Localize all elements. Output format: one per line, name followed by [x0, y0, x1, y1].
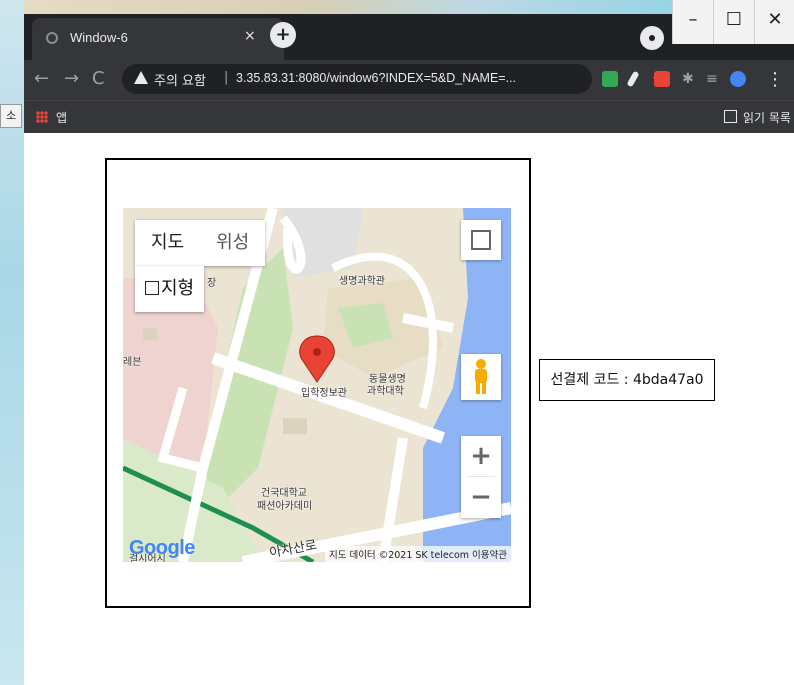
fullscreen-corner-icon — [481, 230, 491, 240]
extension-dropper-icon[interactable] — [626, 70, 640, 88]
browser-toolbar: ← → C 주의 요함 | 3.35.83.31:8080/window6?IN… — [24, 60, 794, 100]
map-label-animal-life-2: 과학대학 — [367, 386, 404, 397]
address-separator: | — [224, 70, 229, 85]
browser-tab[interactable]: Window-6 × — [32, 18, 284, 60]
extension-ac-icon[interactable] — [602, 71, 618, 87]
map-label-left2: 레븐 — [123, 357, 142, 368]
reading-list-icon — [724, 110, 737, 123]
page-content: 생명과학관 입학정보관 동물생명 과학대학 건국대학교 패션아카데미 아차산로 … — [24, 133, 794, 685]
fullscreen-corner-icon — [471, 230, 481, 240]
bookmarks-bar: 앱 읽기 목록 — [24, 100, 794, 133]
window-controls: – ☐ ✕ — [672, 0, 794, 44]
tab-title: Window-6 — [70, 30, 128, 45]
back-arrow-icon[interactable]: ← — [34, 68, 49, 89]
fullscreen-button[interactable] — [461, 220, 501, 260]
menu-dots-icon[interactable]: ⋮ — [766, 69, 784, 90]
zoom-control: + − — [461, 436, 501, 518]
globe-icon — [46, 32, 58, 44]
reload-icon[interactable]: C — [92, 68, 105, 89]
apps-link[interactable]: 앱 — [56, 109, 67, 126]
extension-org-icon[interactable] — [654, 71, 670, 87]
minimize-button[interactable]: – — [672, 0, 713, 44]
map-label-bio-science: 생명과학관 — [339, 276, 385, 287]
tab-close-button[interactable]: × — [244, 28, 256, 44]
forward-arrow-icon[interactable]: → — [64, 68, 79, 89]
map-type-control: 지도 위성 — [135, 220, 266, 266]
zoom-out-button[interactable]: − — [461, 477, 501, 517]
prepayment-code-box: 선결제 코드 : 4bda47a0 — [539, 359, 715, 401]
pegman-icon — [475, 359, 487, 394]
map-attribution[interactable]: 지도 데이터 ©2021 SK telecom 이용약관 — [324, 546, 511, 562]
fullscreen-corner-icon — [471, 240, 481, 250]
map-label-left1: 장 — [207, 278, 217, 289]
desktop-wallpaper — [0, 0, 24, 685]
address-bar[interactable]: 주의 요함 | 3.35.83.31:8080/window6?INDEX=5&… — [122, 64, 666, 94]
zoom-in-button[interactable]: + — [461, 436, 501, 476]
map-type-satellite-button[interactable]: 위성 — [200, 220, 265, 266]
extensions-puzzle-icon[interactable]: ✱ — [682, 71, 694, 87]
google-map[interactable]: 생명과학관 입학정보관 동물생명 과학대학 건국대학교 패션아카데미 아차산로 … — [123, 208, 511, 562]
maximize-button[interactable]: ☐ — [713, 0, 754, 44]
reading-list-label: 읽기 목록 — [743, 111, 791, 125]
map-type-map-button[interactable]: 지도 — [135, 220, 200, 266]
terrain-checkbox[interactable] — [145, 281, 159, 295]
url-text[interactable]: 3.35.83.31:8080/window6?INDEX=5&D_NAME=.… — [236, 71, 516, 85]
profile-icon[interactable] — [640, 26, 664, 50]
reading-list-icon[interactable]: ≡ — [706, 71, 718, 87]
new-tab-button[interactable]: + — [270, 22, 296, 48]
map-frame: 생명과학관 입학정보관 동물생명 과학대학 건국대학교 패션아카데미 아차산로 … — [105, 158, 531, 608]
map-label-admissions: 입학정보관 — [301, 388, 347, 399]
terrain-label: 지형 — [161, 278, 195, 299]
google-logo[interactable]: Google — [129, 537, 195, 560]
map-label-fashion: 패션아카데미 — [257, 501, 313, 512]
close-window-button[interactable]: ✕ — [754, 0, 794, 44]
browser-tab-bar: Window-6 × + – ☐ ✕ — [24, 0, 794, 60]
security-warning[interactable]: 주의 요함 — [154, 70, 206, 89]
apps-grid-icon[interactable] — [36, 111, 48, 123]
fullscreen-corner-icon — [481, 240, 491, 250]
desktop-side-button[interactable]: 소 — [0, 104, 22, 128]
reading-list-button[interactable]: 읽기 목록 — [724, 109, 791, 126]
extension-globe-icon[interactable] — [730, 71, 746, 87]
street-view-pegman[interactable] — [461, 354, 501, 400]
terrain-toggle[interactable]: 지형 — [135, 266, 205, 312]
warning-icon — [134, 71, 148, 84]
